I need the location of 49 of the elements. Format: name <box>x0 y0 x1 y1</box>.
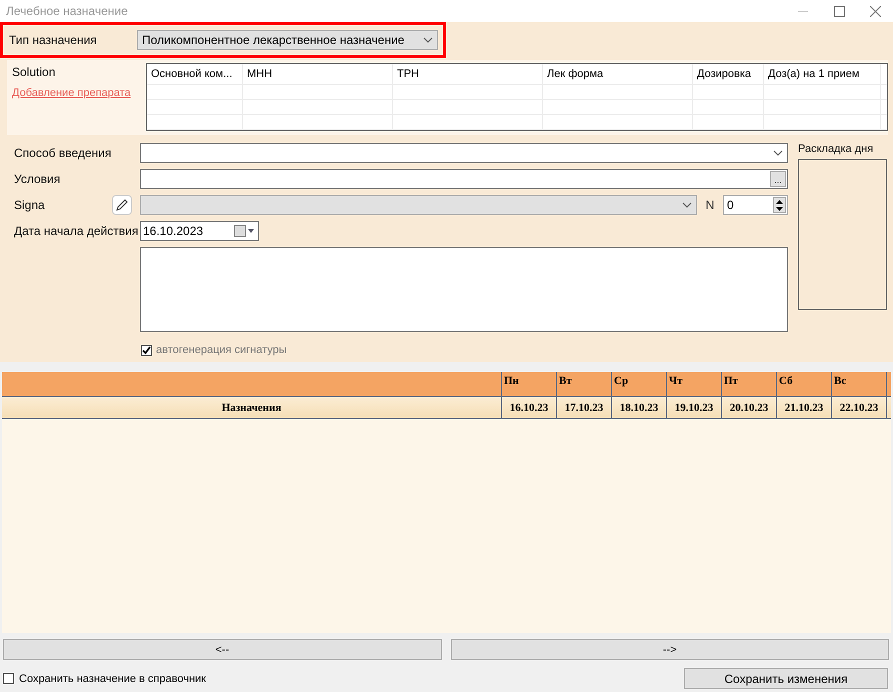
date-header: 19.10.23 <box>667 397 722 418</box>
checkbox-label: автогенерация сигнатуры <box>156 344 287 356</box>
route-dropdown[interactable] <box>140 143 788 163</box>
field-label: Тип назначения <box>9 33 98 47</box>
section-label: Solution <box>12 65 56 79</box>
date-header: 18.10.23 <box>612 397 667 418</box>
type-dropdown[interactable]: Поликомпонентное лекарственное назначение <box>137 30 438 50</box>
date-header: 17.10.23 <box>557 397 612 418</box>
date-field[interactable]: 16.10.2023 <box>140 221 259 241</box>
weekday-header: Чт <box>667 372 722 396</box>
checkbox-label: Сохранить назначение в справочник <box>19 672 206 684</box>
column-header: Назначения <box>2 397 502 418</box>
column-header[interactable]: Доз(а) на 1 прием <box>764 64 881 84</box>
chevron-down-icon <box>773 150 783 156</box>
pencil-icon <box>115 198 129 212</box>
text-area[interactable] <box>140 247 788 332</box>
nav-button[interactable]: --> <box>450 639 889 660</box>
weekday-header: Сб <box>777 372 832 396</box>
field-label: Signa <box>14 198 46 212</box>
field-label: Дата начала действия <box>14 224 140 238</box>
window-title: Лечебное назначение <box>6 4 128 18</box>
conditions-field[interactable]: ... <box>140 169 788 189</box>
weekday-header: Ср <box>612 372 667 396</box>
field-label: Способ введения <box>14 146 112 160</box>
field-label: Условия <box>14 172 62 186</box>
save-button[interactable]: Сохранить изменения <box>684 668 888 689</box>
chevron-down-icon <box>682 202 692 208</box>
chevron-down-icon <box>423 37 433 43</box>
column-header[interactable]: Лек форма <box>543 64 693 84</box>
calendar-icon <box>234 225 256 237</box>
column-header[interactable]: Основной ком... <box>147 64 243 84</box>
column-header[interactable]: Дозировка <box>693 64 764 84</box>
weekday-header: Пн <box>502 372 557 396</box>
column-header[interactable]: МНН <box>243 64 393 84</box>
panel-label: Раскладка дня <box>798 143 874 155</box>
weekday-header: Вт <box>557 372 612 396</box>
browse-button[interactable]: ... <box>770 171 786 187</box>
date-header: 22.10.23 <box>832 397 887 418</box>
nav-button[interactable]: <-- <box>3 639 442 660</box>
checkbox[interactable] <box>3 673 14 684</box>
date-header: 20.10.23 <box>722 397 777 418</box>
field-label: N <box>704 198 716 212</box>
checkbox[interactable] <box>141 344 152 356</box>
weekday-header: Пт <box>722 372 777 396</box>
column-header[interactable]: ТРН <box>393 64 543 84</box>
weekday-header: Вс <box>832 372 887 396</box>
edit-button[interactable] <box>112 195 132 215</box>
date-header: 21.10.23 <box>777 397 832 418</box>
date-header: 16.10.23 <box>502 397 557 418</box>
